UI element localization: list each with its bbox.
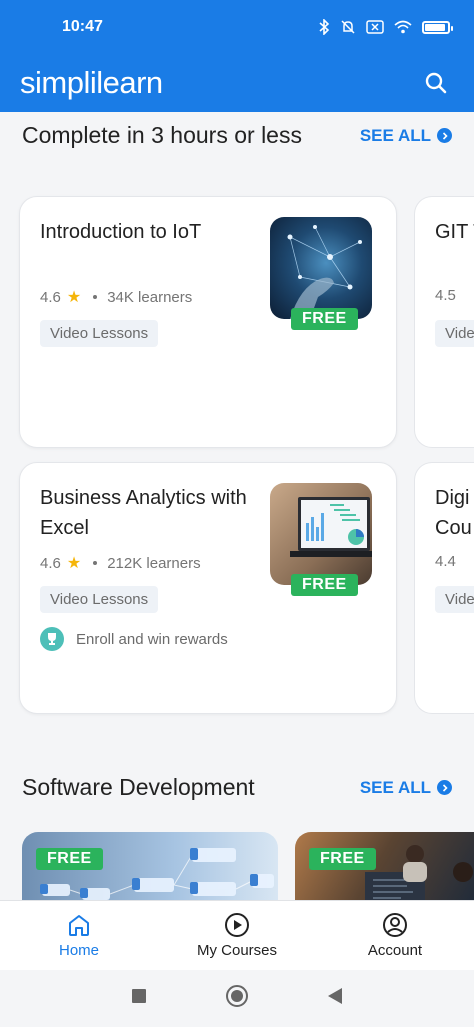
sim-off-icon — [366, 20, 384, 34]
bluetooth-icon — [319, 19, 330, 35]
section-header-software: Software Development SEE ALL — [0, 774, 474, 801]
star-icon: ★ — [66, 555, 82, 572]
see-all-label: SEE ALL — [359, 777, 431, 797]
account-icon — [383, 913, 407, 937]
nav-my-courses[interactable]: My Courses — [158, 901, 316, 970]
home-content[interactable]: Complete in 3 hours or less SEE ALL Intr… — [0, 112, 474, 902]
course-card[interactable]: Introduction to IoT 4.6 ★ 34K learners V… — [19, 196, 397, 448]
see-all-button[interactable]: SEE ALL — [360, 778, 452, 798]
status-icons — [319, 19, 453, 35]
course-title: Business Analytics with Excel — [40, 487, 247, 539]
app-top-bar: 10:47 simplilearn — [0, 0, 474, 112]
mute-bell-icon — [340, 19, 356, 35]
course-thumbnail-iot — [270, 217, 372, 319]
bottom-navigation: Home My Courses Account — [0, 900, 474, 970]
system-navigation — [0, 970, 474, 1027]
course-learners: 212K learners — [107, 554, 201, 572]
course-meta: 4.6 ★ 34K learners — [40, 287, 192, 307]
nav-home-label: Home — [58, 942, 99, 959]
back-triangle-icon — [328, 988, 342, 1004]
nav-home[interactable]: Home — [0, 901, 158, 970]
back-button[interactable] — [327, 987, 343, 1010]
course-rating: 4.6 — [40, 288, 61, 306]
course-title: GIT T — [435, 221, 474, 243]
section-title: Software Development — [22, 774, 255, 800]
course-tag: Vide — [435, 320, 474, 347]
nav-account-label: Account — [367, 942, 423, 959]
nav-my-courses-label: My Courses — [196, 942, 278, 959]
course-rating: 4.5 — [435, 287, 456, 304]
free-badge: FREE — [291, 574, 358, 596]
app-header: simplilearn — [0, 54, 474, 112]
course-learners: 34K learners — [107, 288, 193, 306]
star-icon: ★ — [66, 289, 82, 306]
course-card-partial[interactable]: GIT T 4.5 Vide — [414, 196, 474, 448]
simplilearn-logo[interactable]: simplilearn — [20, 65, 163, 101]
free-badge: FREE — [309, 848, 376, 870]
play-circle-icon — [225, 913, 249, 937]
course-rating: 4.4 — [435, 553, 456, 570]
home-icon — [69, 915, 89, 936]
status-bar: 10:47 — [0, 0, 474, 54]
network-graphic — [287, 225, 362, 319]
course-banner[interactable]: FREE — [295, 832, 474, 902]
trophy-icon — [40, 627, 64, 651]
recents-button[interactable] — [131, 988, 147, 1009]
free-badge: FREE — [36, 848, 103, 870]
free-badge: FREE — [291, 308, 358, 330]
section-title: Complete in 3 hours or less — [22, 122, 302, 148]
course-rating: 4.6 — [40, 554, 61, 572]
battery-icon — [422, 20, 453, 34]
course-tag: Video Lessons — [40, 320, 159, 347]
course-title: Digi — [435, 487, 470, 509]
chevron-right-icon — [437, 128, 452, 143]
course-banner[interactable]: FREE — [22, 832, 278, 902]
search-icon — [425, 72, 447, 94]
enroll-rewards: Enroll and win rewards — [40, 627, 228, 651]
see-all-button[interactable]: SEE ALL — [360, 126, 452, 146]
course-thumbnail-analytics — [270, 483, 372, 585]
course-tag: Video Lessons — [40, 586, 159, 613]
circle-icon — [226, 985, 248, 1007]
status-time: 10:47 — [62, 18, 103, 35]
home-system-button[interactable] — [225, 984, 249, 1013]
course-card[interactable]: Business Analytics with Excel 4.6 ★ 212K… — [19, 462, 397, 714]
wifi-icon — [394, 20, 412, 34]
course-meta: 4.6 ★ 212K learners — [40, 553, 201, 573]
see-all-label: SEE ALL — [359, 125, 431, 145]
dot-separator — [93, 295, 98, 299]
nav-account[interactable]: Account — [316, 901, 474, 970]
dot-separator — [93, 561, 98, 565]
section-header-quick: Complete in 3 hours or less SEE ALL — [0, 122, 474, 149]
chevron-right-icon — [437, 780, 452, 795]
laptop-graphic — [290, 497, 372, 557]
course-tag: Vide — [435, 586, 474, 613]
search-button[interactable] — [418, 65, 454, 101]
course-title-line2: Cou — [435, 517, 472, 539]
course-card-partial[interactable]: Digi Cou 4.4 Vide — [414, 462, 474, 714]
phone-screen: 10:47 simplilearn Complete in 3 hours or… — [0, 0, 474, 1027]
course-title: Introduction to IoT — [40, 221, 202, 243]
square-icon — [132, 989, 146, 1003]
reward-text: Enroll and win rewards — [76, 630, 228, 648]
